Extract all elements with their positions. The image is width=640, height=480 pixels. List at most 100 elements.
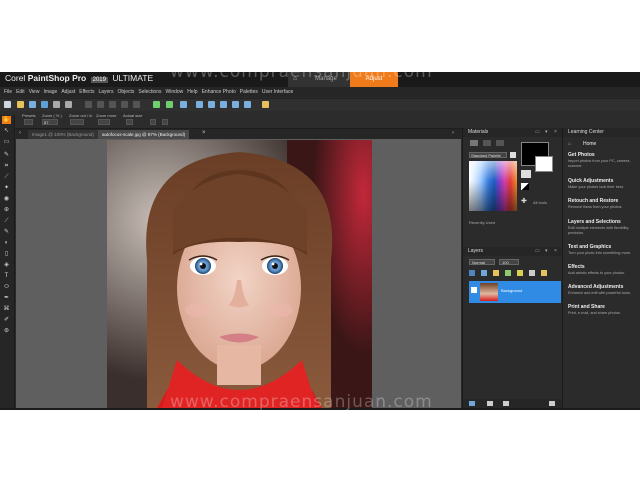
tabs-scroll-right-icon[interactable]: › — [452, 130, 454, 136]
menu-user-interface[interactable]: User Interface — [262, 89, 293, 95]
color-changer-icon[interactable]: ✐ — [2, 316, 11, 324]
presets-dropdown[interactable] — [24, 119, 33, 125]
crop-icon[interactable] — [180, 101, 187, 108]
layers-close-icon[interactable]: × — [554, 248, 557, 254]
makeover-tool-icon[interactable]: ✦ — [2, 184, 11, 192]
doc-tab-active[interactable]: autofocus-scale.jpg @ 87% (Background) — [98, 130, 190, 139]
scratch-remover-icon[interactable]: ⟋ — [2, 217, 11, 225]
frame-mode-icon[interactable] — [470, 140, 478, 146]
image-canvas[interactable] — [107, 140, 372, 408]
picture-tube-icon[interactable]: ⊛ — [2, 327, 11, 335]
layer-styles-icon[interactable] — [503, 401, 509, 406]
zoom-input[interactable]: 87 — [42, 119, 58, 125]
new-file-icon[interactable] — [4, 101, 11, 108]
canvas-size-icon[interactable] — [208, 101, 215, 108]
dropper-tool-icon[interactable]: ✎ — [2, 151, 11, 159]
pen-tool-icon[interactable]: ✒ — [2, 294, 11, 302]
actual-size-button[interactable] — [126, 119, 133, 125]
email-icon[interactable] — [65, 101, 72, 108]
layer-properties-icon[interactable] — [529, 270, 535, 276]
menu-view[interactable]: View — [29, 89, 40, 95]
fit-image-button[interactable] — [150, 119, 156, 125]
straighten-tool-icon[interactable]: ⟋ — [2, 173, 11, 181]
lc-item-advanced-adjustments[interactable]: Advanced Adjustments — [568, 284, 623, 290]
visibility-eye-icon[interactable] — [471, 287, 477, 293]
layers-menu-icon[interactable]: ▾ — [545, 248, 548, 254]
menu-help[interactable]: Help — [187, 89, 197, 95]
lc-home-link[interactable]: Home — [583, 141, 596, 147]
selection-tool-icon[interactable]: ▭ — [2, 138, 11, 146]
menu-image[interactable]: Image — [43, 89, 57, 95]
close-tab-icon[interactable]: × — [202, 130, 206, 136]
red-eye-tool-icon[interactable]: ◉ — [2, 195, 11, 203]
zoom-in-out-buttons[interactable] — [70, 119, 84, 125]
open-folder-icon[interactable] — [17, 101, 24, 108]
swap-colors-icon[interactable] — [521, 170, 531, 178]
swatch-mode-icon[interactable] — [496, 140, 504, 146]
materials-menu-icon[interactable]: ▾ — [545, 129, 548, 135]
menu-palettes[interactable]: Palettes — [240, 89, 258, 95]
print-icon[interactable] — [53, 101, 60, 108]
all-tools-checkbox[interactable]: All tools — [533, 200, 547, 205]
rainbow-mode-icon[interactable] — [483, 140, 491, 146]
clone-tool-icon[interactable]: ⊕ — [2, 206, 11, 214]
menu-enhance-photo[interactable]: Enhance Photo — [202, 89, 236, 95]
crop-tool-icon[interactable]: ⌗ — [2, 162, 11, 170]
new-layer-icon[interactable] — [469, 401, 475, 406]
copy-icon[interactable] — [97, 101, 104, 108]
lc-item-effects[interactable]: Effects — [568, 264, 585, 270]
layer-row-background[interactable]: Background — [469, 281, 561, 303]
lc-item-get-photos[interactable]: Get Photos — [568, 152, 595, 158]
fit-window-icon[interactable] — [244, 101, 251, 108]
dodge-tool-icon[interactable]: ◐ — [2, 239, 11, 247]
lock-layer-icon[interactable] — [541, 270, 547, 276]
redo-icon[interactable] — [133, 101, 140, 108]
paint-brush-icon[interactable]: ✎ — [2, 228, 11, 236]
lc-item-retouch[interactable]: Retouch and Restore — [568, 198, 618, 204]
undo-icon[interactable] — [121, 101, 128, 108]
fill-tool-icon[interactable]: ◈ — [2, 261, 11, 269]
palette-options-icon[interactable] — [510, 152, 516, 158]
zoom-in-icon[interactable] — [220, 101, 227, 108]
materials-options-icon[interactable]: ▭ — [535, 129, 540, 135]
lc-item-print-share[interactable]: Print and Share — [568, 304, 605, 310]
lc-item-layers-selections[interactable]: Layers and Selections — [568, 219, 621, 225]
blend-mode-select[interactable]: Normal — [469, 259, 495, 265]
zoom-out-icon[interactable] — [232, 101, 239, 108]
rotate-right-icon[interactable] — [166, 101, 173, 108]
menu-window[interactable]: Window — [166, 89, 184, 95]
new-raster-layer-icon[interactable] — [469, 270, 475, 276]
cut-icon[interactable] — [85, 101, 92, 108]
menu-edit[interactable]: Edit — [16, 89, 25, 95]
rotate-left-icon[interactable] — [153, 101, 160, 108]
palette-select[interactable]: Standard Palette — [469, 152, 507, 158]
tabs-scroll-left-icon[interactable]: ‹ — [19, 130, 21, 136]
new-adjustment-layer-icon[interactable] — [493, 270, 499, 276]
opacity-input[interactable]: 100 — [499, 259, 519, 265]
doc-tab-image1[interactable]: Image1 @ 100% (Background) — [28, 130, 98, 139]
menu-file[interactable]: File — [4, 89, 12, 95]
eraser-tool-icon[interactable]: ▯ — [2, 250, 11, 258]
shape-tool-icon[interactable]: ⬭ — [2, 283, 11, 291]
text-tool-icon[interactable]: T — [2, 272, 11, 280]
menu-effects[interactable]: Effects — [79, 89, 94, 95]
zoom-more-buttons[interactable] — [98, 119, 110, 125]
background-color-swatch[interactable] — [535, 156, 553, 172]
palette-icon[interactable] — [262, 101, 269, 108]
menu-layers[interactable]: Layers — [98, 89, 113, 95]
mask-layer-icon[interactable] — [505, 270, 511, 276]
fit-screen-button[interactable] — [162, 119, 168, 125]
menu-adjust[interactable]: Adjust — [61, 89, 75, 95]
resize-icon[interactable] — [196, 101, 203, 108]
materials-close-icon[interactable]: × — [554, 129, 557, 135]
menu-objects[interactable]: Objects — [117, 89, 134, 95]
transparent-toggle-icon[interactable] — [521, 183, 529, 190]
save-icon[interactable] — [29, 101, 36, 108]
lc-item-quick-adjustments[interactable]: Quick Adjustments — [568, 178, 613, 184]
menu-selections[interactable]: Selections — [138, 89, 161, 95]
duplicate-layer-icon[interactable] — [487, 401, 493, 406]
paste-icon[interactable] — [109, 101, 116, 108]
pan-tool-icon[interactable]: ✋ — [2, 116, 11, 124]
lc-home-icon[interactable]: ⌂ — [568, 141, 571, 147]
new-vector-layer-icon[interactable] — [481, 270, 487, 276]
